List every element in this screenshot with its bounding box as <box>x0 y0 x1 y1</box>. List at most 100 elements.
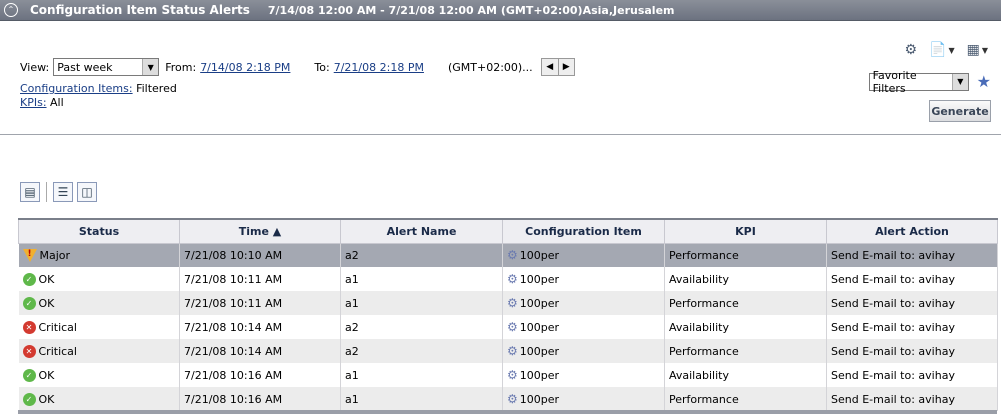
time-cell: 7/21/08 10:16 AM <box>179 363 341 387</box>
table-row[interactable]: ✓ OK 7/21/08 10:11 AM a1 ⚙ 100per Performa… <box>18 291 998 315</box>
to-date-link[interactable]: 7/21/08 2:18 PM <box>334 61 424 74</box>
status-cell: ✕ Critical <box>18 315 180 339</box>
title-bar: ⌃ Configuration Item Status Alerts 7/14/… <box>0 0 1001 21</box>
ci-cell: ⚙ 100per <box>502 243 665 267</box>
table-row[interactable]: ✓ OK 7/21/08 10:16 AM a1 ⚙ 100per Performa… <box>18 387 998 411</box>
column-header-configuration-item[interactable]: Configuration Item <box>502 218 665 244</box>
table-row[interactable]: ✓ OK 7/21/08 10:16 AM a1 ⚙ 100per Availabi… <box>18 363 998 387</box>
toolbar-separator <box>46 182 47 202</box>
alert-action-cell: Send E-mail to: avihay <box>826 267 998 291</box>
alert-name-cell: a1 <box>340 267 503 291</box>
kpi-filter-link[interactable]: KPIs: <box>20 96 47 109</box>
from-date-link[interactable]: 7/14/08 2:18 PM <box>200 61 290 74</box>
critical-x-icon: ✕ <box>22 320 36 334</box>
ok-check-icon: ✓ <box>22 296 36 310</box>
collapse-icon[interactable]: ⌃ <box>4 3 18 17</box>
page-title: Configuration Item Status Alerts <box>30 3 250 17</box>
status-text: Critical <box>38 320 77 334</box>
previous-period-icon[interactable]: ◀ <box>542 59 558 75</box>
ci-name: 100per <box>519 272 560 286</box>
kpi-cell: Availability <box>664 315 827 339</box>
table-header-row: Status Time ▲ Alert Name Configuration I… <box>18 218 998 244</box>
table-row[interactable]: ✕ Critical 7/21/08 10:14 AM a2 ⚙ 100per Pe… <box>18 339 998 363</box>
kpi-cell: Performance <box>664 291 827 315</box>
ci-name: 100per <box>519 296 560 310</box>
filter-panel: View: Past week ▼ From: 7/14/08 2:18 PM … <box>0 22 1001 134</box>
alert-name-cell: a1 <box>340 387 503 411</box>
status-text: Major <box>39 248 71 262</box>
from-label: From: <box>165 60 197 74</box>
column-header-alert-action[interactable]: Alert Action <box>826 218 998 244</box>
report-toolbar: ⚙ 📄 ▼ ▦ ▼ <box>901 40 991 60</box>
add-favorite-star-icon[interactable]: ★ <box>977 72 991 91</box>
time-cell: 7/21/08 10:11 AM <box>179 291 341 315</box>
ci-cell: ⚙ 100per <box>502 315 665 339</box>
favorite-filters-select[interactable]: Favorite Filters ▼ <box>868 69 969 95</box>
kpi-cell: Performance <box>664 243 827 267</box>
alert-name-cell: a2 <box>340 315 503 339</box>
kpi-filter-line: KPIs: All <box>20 96 64 109</box>
ci-cell: ⚙ 100per <box>502 339 665 363</box>
status-text: OK <box>38 296 55 310</box>
chevron-down-icon[interactable]: ▼ <box>951 73 968 90</box>
ci-gear-icon: ⚙ <box>507 296 518 310</box>
object-menu-icon[interactable]: ▦ ▼ <box>964 40 991 60</box>
time-cell: 7/21/08 10:16 AM <box>179 387 341 411</box>
column-header-alert-name[interactable]: Alert Name <box>340 218 503 244</box>
alert-name-cell: a1 <box>340 363 503 387</box>
status-text: OK <box>38 368 55 382</box>
status-cell: ✓ OK <box>18 267 180 291</box>
ok-check-icon: ✓ <box>22 368 36 382</box>
chevron-down-icon: ▼ <box>981 45 988 55</box>
alert-action-cell: Send E-mail to: avihay <box>826 315 998 339</box>
status-text: Critical <box>38 344 77 358</box>
table-row[interactable]: ✕ Critical 7/21/08 10:14 AM a2 ⚙ 100per Av… <box>18 315 998 339</box>
timezone-label: (GMT+02:00)... <box>447 60 533 74</box>
alert-name-cell: a1 <box>340 291 503 315</box>
export-menu-icon[interactable]: 📄 ▼ <box>926 40 958 60</box>
column-header-time[interactable]: Time ▲ <box>179 218 341 244</box>
status-cell: ✕ Critical <box>18 339 180 363</box>
chevron-down-icon: ▼ <box>948 45 955 55</box>
grid-toolbar: ▤ ☰ ◫ <box>20 182 97 202</box>
configure-report-icon[interactable]: ⚙ <box>901 40 920 60</box>
time-filter-row: View: Past week ▼ From: 7/14/08 2:18 PM … <box>20 58 575 76</box>
ci-cell: ⚙ 100per <box>502 363 665 387</box>
ci-gear-icon: ⚙ <box>507 272 518 286</box>
column-header-status[interactable]: Status <box>18 218 180 244</box>
list-view-icon[interactable]: ☰ <box>53 182 73 202</box>
ci-name: 100per <box>519 344 560 358</box>
time-cell: 7/21/08 10:10 AM <box>179 243 341 267</box>
table-row[interactable]: ✓ OK 7/21/08 10:11 AM a1 ⚙ 100per Availabi… <box>18 267 998 291</box>
ci-gear-icon: ⚙ <box>507 344 518 358</box>
status-cell: ! Major <box>18 243 180 267</box>
table-row[interactable]: ! Major 7/21/08 10:10 AM a2 ⚙ 100per Perfo… <box>18 243 998 267</box>
ci-cell: ⚙ 100per <box>502 291 665 315</box>
alert-action-cell: Send E-mail to: avihay <box>826 363 998 387</box>
generate-button[interactable]: Generate <box>929 100 991 122</box>
favorite-filters-value: Favorite Filters <box>872 68 917 95</box>
time-nav: ◀ ▶ <box>540 58 575 76</box>
view-select[interactable]: Past week ▼ <box>53 58 160 76</box>
alert-action-cell: Send E-mail to: avihay <box>826 291 998 315</box>
ci-name: 100per <box>519 248 560 262</box>
time-cell: 7/21/08 10:14 AM <box>179 339 341 363</box>
ci-cell: ⚙ 100per <box>502 387 665 411</box>
major-warning-icon: ! <box>22 248 37 262</box>
favorite-filters-row: Favorite Filters ▼ ★ <box>868 69 991 95</box>
column-header-kpi[interactable]: KPI <box>664 218 827 244</box>
alert-action-cell: Send E-mail to: avihay <box>826 387 998 411</box>
columns-icon[interactable]: ◫ <box>77 182 97 202</box>
to-label: To: <box>314 60 330 74</box>
next-period-icon[interactable]: ▶ <box>557 59 574 75</box>
ci-filter-link[interactable]: Configuration Items: <box>20 82 133 95</box>
ci-gear-icon: ⚙ <box>507 320 518 334</box>
section-divider <box>0 134 1001 135</box>
view-label: View: <box>20 60 50 74</box>
grid-settings-icon[interactable]: ▤ <box>20 182 40 202</box>
chevron-down-icon[interactable]: ▼ <box>142 59 159 75</box>
status-cell: ✓ OK <box>18 291 180 315</box>
alert-action-cell: Send E-mail to: avihay <box>826 339 998 363</box>
ci-filter-value: Filtered <box>136 82 177 95</box>
ci-name: 100per <box>519 320 560 334</box>
